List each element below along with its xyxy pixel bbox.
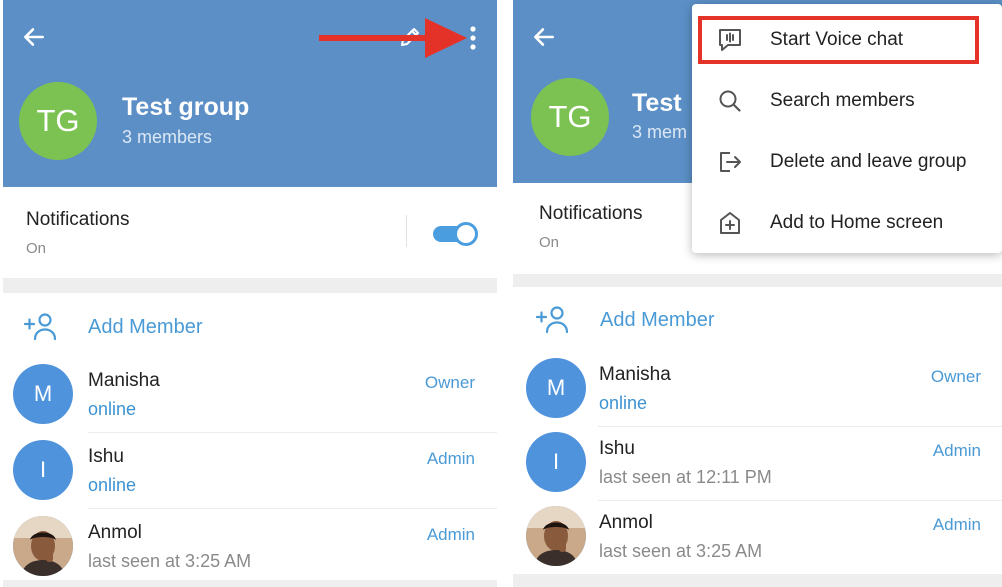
- person-photo-icon: [526, 506, 586, 566]
- member-avatar: M: [526, 358, 586, 418]
- member-name: Anmol: [599, 512, 653, 533]
- member-name: Manisha: [88, 370, 160, 391]
- annotation-arrow: [319, 18, 467, 58]
- member-row[interactable]: I Ishu last seen at 12:11 PM Admin: [513, 425, 1002, 501]
- member-role: Admin: [426, 449, 475, 468]
- left-screen: TG Test group 3 members Notifications On…: [3, 0, 497, 587]
- menu-item-add-to-home[interactable]: Add to Home screen: [692, 193, 1002, 254]
- add-member-label: Add Member: [88, 316, 203, 338]
- member-name: Ishu: [88, 446, 124, 467]
- member-count: 3 mem: [632, 122, 688, 142]
- annotation-highlight-box: [698, 16, 979, 64]
- member-count: 3 members: [122, 127, 213, 147]
- member-row[interactable]: I Ishu online Admin: [3, 433, 497, 509]
- member-status: last seen at 12:11 PM: [599, 467, 772, 487]
- menu-item-search-members[interactable]: Search members: [692, 71, 1002, 132]
- add-to-home-icon: [720, 212, 740, 234]
- member-row[interactable]: Anmol last seen at 3:25 AM Admin: [3, 509, 497, 585]
- person-plus-icon: [23, 313, 57, 341]
- menu-item-label: Add to Home screen: [770, 212, 944, 233]
- bottom-divider: [3, 580, 497, 587]
- member-status: last seen at 3:25 AM: [599, 541, 763, 561]
- section-divider: [513, 274, 1002, 287]
- member-status: last seen at 3:25 AM: [88, 551, 252, 571]
- notifications-status: On: [539, 234, 560, 251]
- person-photo-icon: [13, 516, 73, 576]
- member-status: online: [88, 399, 137, 419]
- member-name: Ishu: [599, 438, 635, 459]
- member-role: Admin: [426, 525, 475, 544]
- member-role: Admin: [932, 441, 981, 460]
- member-photo: [526, 506, 586, 566]
- arrow-left-icon[interactable]: [531, 24, 557, 50]
- menu-item-label: Delete and leave group: [770, 151, 967, 172]
- member-row[interactable]: M Manisha online Owner: [513, 351, 1002, 427]
- menu-item-label: Search members: [770, 90, 915, 111]
- member-name: Manisha: [599, 364, 671, 385]
- member-row[interactable]: Anmol last seen at 3:25 AM Admin: [513, 499, 1002, 575]
- section-divider: [3, 278, 497, 293]
- member-role: Owner: [930, 367, 981, 386]
- group-title: Test group: [122, 93, 250, 121]
- notifications-row[interactable]: Notifications On: [3, 187, 497, 278]
- arrow-left-icon[interactable]: [21, 24, 47, 50]
- notifications-toggle[interactable]: [433, 221, 478, 247]
- bottom-divider: [513, 574, 1002, 587]
- divider: [406, 215, 407, 247]
- add-member-label: Add Member: [600, 309, 715, 331]
- group-avatar[interactable]: TG: [19, 82, 97, 160]
- member-avatar: I: [526, 432, 586, 492]
- right-screen: TG Test 3 mem Notifications On Add Membe…: [513, 0, 1002, 587]
- person-plus-icon: [535, 306, 569, 334]
- menu-item-delete-and-leave[interactable]: Delete and leave group: [692, 132, 1002, 193]
- notifications-status: On: [26, 240, 47, 257]
- overflow-menu: Start Voice chat Search members Delete a…: [692, 4, 1002, 253]
- member-avatar: I: [13, 440, 73, 500]
- member-role: Owner: [424, 373, 475, 392]
- member-avatar: M: [13, 364, 73, 424]
- member-row[interactable]: M Manisha online Owner: [3, 357, 497, 433]
- group-title: Test: [632, 89, 682, 117]
- add-member-button[interactable]: Add Member: [3, 295, 497, 357]
- member-role: Admin: [932, 515, 981, 534]
- add-member-button[interactable]: Add Member: [513, 288, 1002, 350]
- member-status: online: [599, 393, 648, 413]
- member-photo: [13, 516, 73, 576]
- member-name: Anmol: [88, 522, 142, 543]
- notifications-label: Notifications: [539, 203, 643, 224]
- exit-icon: [720, 152, 741, 172]
- group-avatar[interactable]: TG: [531, 78, 609, 156]
- notifications-label: Notifications: [26, 209, 130, 230]
- member-status: online: [88, 475, 137, 495]
- search-icon: [719, 90, 741, 112]
